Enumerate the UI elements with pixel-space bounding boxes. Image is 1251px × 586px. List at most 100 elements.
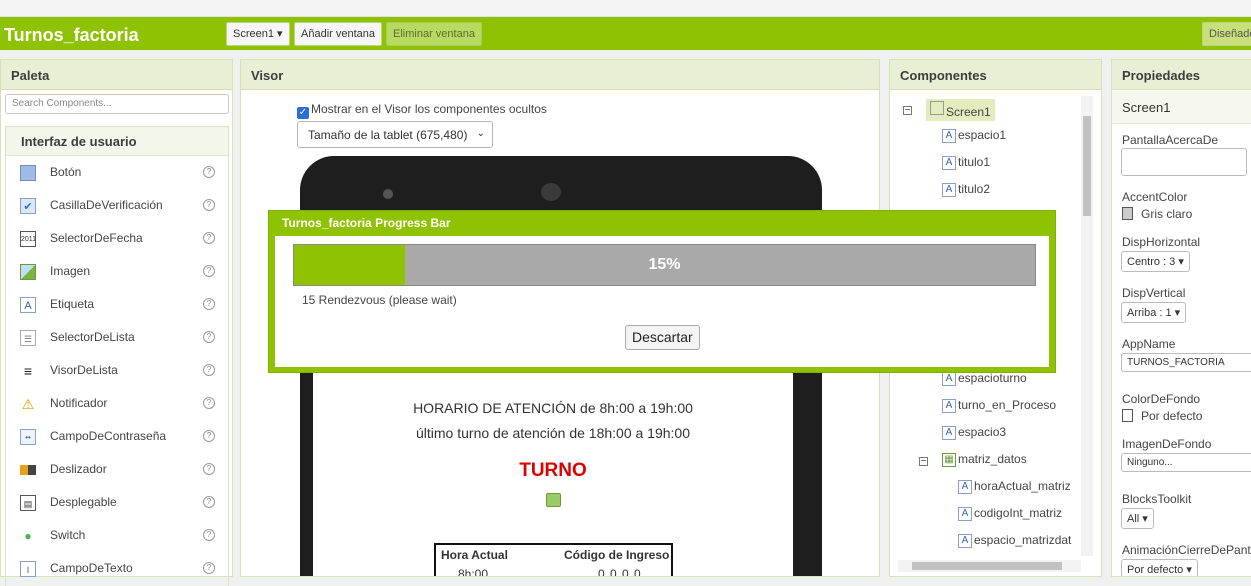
tree-item-screen1[interactable]: Screen1 — [926, 99, 995, 121]
prop-valign-label: DispVertical — [1122, 286, 1186, 300]
palette-item-listpicker[interactable]: ☰ SelectorDeLista? — [6, 321, 228, 354]
table-cell-hour: 8h:00 — [458, 567, 489, 577]
prop-accent-value[interactable]: Gris claro — [1122, 207, 1192, 221]
palette-item-slider[interactable]: Deslizador? — [6, 453, 228, 486]
remove-window-button[interactable]: Eliminar ventana — [386, 22, 482, 46]
properties-component-row: Screen1 — [1112, 91, 1251, 124]
palette-item-label: Switch — [50, 528, 86, 542]
listpicker-icon: ☰ — [20, 330, 36, 346]
tree-item-label: titulo1 — [958, 155, 991, 169]
tree-item-label: espacio_matrizdat — [974, 533, 1072, 547]
palette-item-listview[interactable]: ≡ VisorDeLista? — [6, 354, 228, 387]
components-vertical-scrollbar[interactable] — [1081, 96, 1093, 556]
help-icon[interactable]: ? — [203, 397, 215, 409]
table-header-hour: Hora Actual — [441, 548, 508, 562]
label-icon: A — [942, 129, 956, 143]
tree-item-codigoint-matriz[interactable]: AcodigoInt_matriz — [958, 506, 1062, 521]
help-icon[interactable]: ? — [203, 364, 215, 376]
palette-item-notifier[interactable]: ⚠ Notificador? — [6, 387, 228, 420]
tree-item-espacio1[interactable]: Aespacio1 — [942, 128, 1006, 143]
palette-item-spinner[interactable]: ▤ Desplegable? — [6, 486, 228, 519]
help-icon[interactable]: ? — [203, 166, 215, 178]
prop-halign-select[interactable]: Centro : 3 ▾ — [1121, 251, 1190, 272]
palette-item-button[interactable]: Botón? — [6, 156, 228, 189]
listview-icon: ≡ — [23, 363, 33, 379]
prop-blocks-select[interactable]: All ▾ — [1121, 508, 1154, 529]
palette-item-checkbox[interactable]: ✔ CasillaDeVerificación? — [6, 189, 228, 222]
help-icon[interactable]: ? — [203, 331, 215, 343]
textbox-icon: I — [20, 561, 36, 577]
components-horizontal-scrollbar[interactable] — [898, 560, 1081, 572]
tree-item-label: matriz_datos — [958, 452, 1027, 466]
prop-bgimage-input[interactable]: Ninguno... — [1121, 453, 1251, 472]
help-icon[interactable]: ? — [203, 232, 215, 244]
tablet-size-select[interactable]: Tamaño de la tablet (675,480) ⌄ — [297, 121, 493, 148]
tree-item-espacio3[interactable]: Aespacio3 — [942, 425, 1006, 440]
prop-bgcolor-value[interactable]: Por defecto — [1122, 409, 1202, 423]
palette-item-label: Notificador — [50, 396, 108, 410]
scrollbar-thumb[interactable] — [1083, 116, 1091, 216]
help-icon[interactable]: ? — [203, 298, 215, 310]
palette-list: Botón? ✔ CasillaDeVerificación? 2011 Selec… — [5, 156, 229, 586]
help-icon[interactable]: ? — [203, 529, 215, 541]
scrollbar-thumb[interactable] — [912, 562, 1062, 570]
help-icon[interactable]: ? — [203, 199, 215, 211]
palette-item-label[interactable]: A Etiqueta? — [6, 288, 228, 321]
palette-panel: Paleta Search Components... Interfaz de … — [0, 59, 233, 586]
project-title: Turnos_factoria — [4, 25, 139, 45]
palette-item-datepicker[interactable]: 2011 SelectorDeFecha? — [6, 222, 228, 255]
components-header: Componentes — [890, 60, 1101, 90]
help-icon[interactable]: ? — [203, 562, 215, 574]
tree-item-horaactual-matriz[interactable]: AhoraActual_matriz — [958, 479, 1071, 494]
data-table: Hora Actual Código de Ingreso 8h:00 0 0 … — [434, 543, 673, 577]
help-icon[interactable]: ? — [203, 463, 215, 475]
tree-item-espacioturno[interactable]: Aespacioturno — [942, 371, 1027, 386]
prop-appname-input[interactable]: TURNOS_FACTORIA — [1121, 353, 1251, 372]
label-icon: A — [942, 426, 956, 440]
show-hidden-label: Mostrar en el Visor los componentes ocul… — [311, 102, 547, 116]
tree-item-titulo2[interactable]: Atitulo2 — [942, 182, 990, 197]
help-icon[interactable]: ? — [203, 496, 215, 508]
tree-item-espacio-matrizdat[interactable]: Aespacio_matrizdat — [958, 533, 1080, 548]
spinner-icon: ▤ — [20, 495, 36, 511]
tree-item-label: espacioturno — [958, 371, 1027, 385]
palette-item-textbox[interactable]: I CampoDeTexto? — [6, 552, 228, 585]
checkbox-checked-icon[interactable]: ✓ — [297, 107, 309, 119]
add-window-button[interactable]: Añadir ventana — [294, 22, 382, 46]
tree-item-label: espacio3 — [958, 425, 1007, 439]
dismiss-button[interactable]: Descartar — [625, 325, 700, 350]
prop-accent-text: Gris claro — [1141, 207, 1193, 221]
category-user-interface[interactable]: Interfaz de usuario — [5, 126, 229, 156]
designer-button[interactable]: Diseñador — [1202, 22, 1251, 46]
collapse-icon[interactable]: − — [919, 457, 928, 467]
collapse-icon[interactable]: − — [903, 106, 912, 116]
prop-accent-label: AccentColor — [1122, 190, 1188, 204]
prop-appname-label: AppName — [1122, 337, 1176, 351]
palette-item-image[interactable]: Imagen? — [6, 255, 228, 288]
palette-item-passwordtextbox[interactable]: •• CampoDeContraseña? — [6, 420, 228, 453]
tree-item-titulo1[interactable]: Atitulo1 — [942, 155, 990, 170]
palette-item-label: CampoDeTexto — [50, 561, 133, 575]
help-icon[interactable]: ? — [203, 430, 215, 442]
tree-item-matriz-datos[interactable]: ▦ matriz_datos — [942, 452, 1027, 467]
screen-dropdown[interactable]: Screen1 ▾ — [226, 22, 290, 46]
notifier-icon: ⚠ — [21, 396, 35, 412]
help-icon[interactable]: ? — [203, 265, 215, 277]
table-cell-code: 0 0 0 0 — [598, 567, 642, 577]
palette-item-switch[interactable]: ● Switch? — [6, 519, 228, 552]
phone-speaker-icon — [541, 183, 561, 201]
tree-item-label: horaActual_matriz — [974, 479, 1071, 493]
show-hidden-checkbox-row[interactable]: ✓ Mostrar en el Visor los componentes ocu… — [297, 102, 547, 119]
prop-valign-select[interactable]: Arriba : 1 ▾ — [1121, 302, 1187, 323]
palette-item-label: Deslizador — [50, 462, 107, 476]
prop-anim-label: AnimaciónCierreDePantalla — [1122, 543, 1251, 557]
prop-about-textarea[interactable] — [1121, 148, 1247, 176]
tree-item-label: espacio1 — [958, 128, 1007, 142]
properties-panel: Propiedades Screen1 PantallaAcercaDe Acc… — [1111, 59, 1251, 577]
browser-top-strip — [0, 0, 1251, 17]
prop-bgcolor-text: Por defecto — [1141, 409, 1203, 423]
search-components-input[interactable]: Search Components... — [5, 94, 229, 114]
tree-item-turno-en-proceso[interactable]: Aturno_en_Proceso — [942, 398, 1056, 413]
label-icon: A — [958, 480, 972, 494]
prop-anim-select[interactable]: Por defecto ▾ — [1121, 559, 1198, 576]
